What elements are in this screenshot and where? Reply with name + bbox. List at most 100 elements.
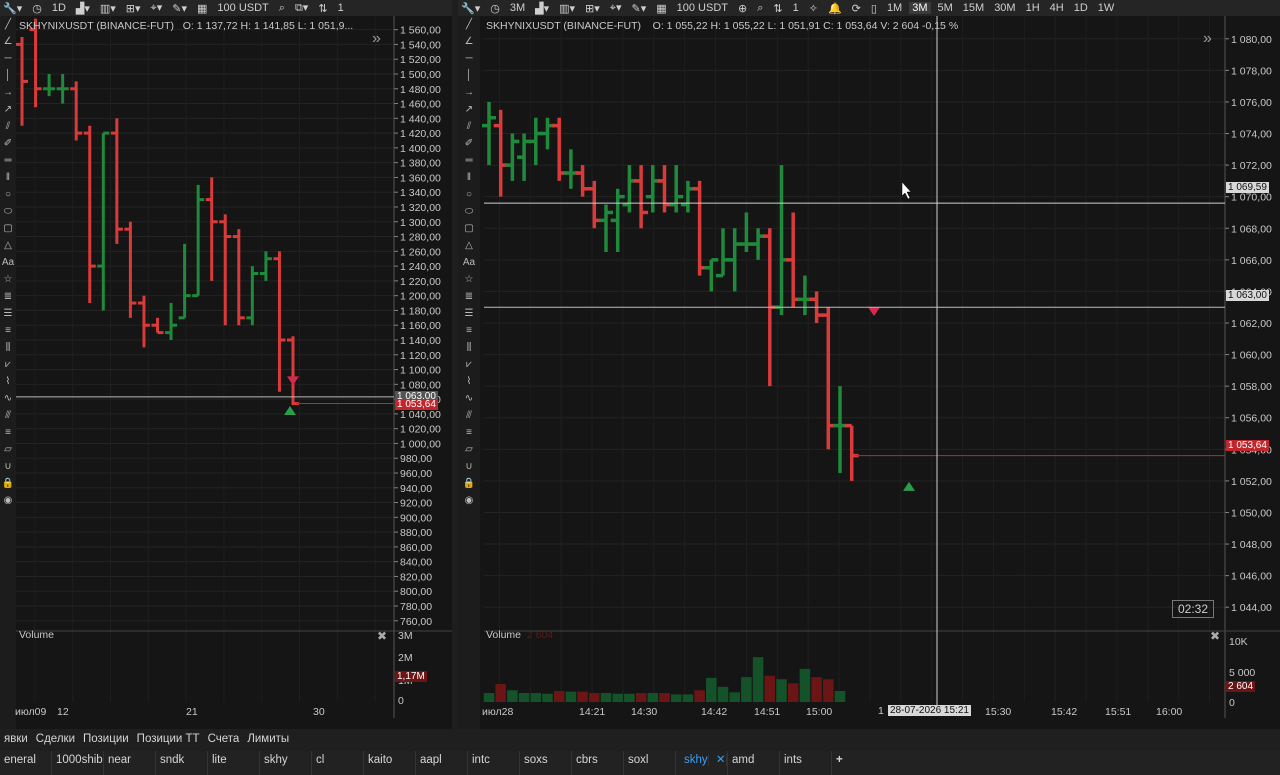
workspace-tab[interactable]: cbrs — [572, 751, 624, 775]
workspace-tab[interactable]: eneral — [0, 751, 52, 775]
volume-bar — [776, 679, 787, 702]
workspace-tab[interactable]: near — [104, 751, 156, 775]
y-tick-label: 1 100,00 — [400, 365, 441, 377]
left-volume-close-icon[interactable]: ✖ — [377, 629, 387, 643]
x-tick-label: 15:30 — [985, 706, 1011, 718]
pencil-icon[interactable]: ✎▾ — [628, 2, 649, 15]
layout-icon[interactable]: ⊞▾ — [582, 2, 603, 15]
zoom-in-icon[interactable]: ⊕ — [735, 2, 750, 15]
workspace-tab[interactable]: skhy — [260, 751, 312, 775]
y-tick-label: 1 080,00 — [1231, 34, 1272, 46]
wrench-icon[interactable]: 🔧▾ — [0, 2, 25, 15]
left-chart-title: SKHYNIXUSDT (BINANCE-FUT) O: 1 137,72 H:… — [19, 20, 354, 32]
y-tick-label: 1 058,00 — [1231, 381, 1272, 393]
clock-icon[interactable]: ◷ — [487, 2, 503, 15]
right-chart-svg[interactable]: 1 080,00 1 078,00 1 076,00 1 074,00 1 072,00… — [458, 16, 1280, 729]
workspace-tab[interactable]: amd — [728, 751, 780, 775]
tf-5m[interactable]: 5M — [935, 2, 956, 14]
refresh-icon[interactable]: ⟳ — [849, 2, 864, 15]
y-tick-label: 1 046,00 — [1231, 571, 1272, 583]
mouse-icon[interactable]: ▯ — [868, 2, 880, 15]
tab-accounts[interactable]: Счета — [204, 733, 244, 751]
workspace-tab[interactable]: intc — [468, 751, 520, 775]
chart-type-icon[interactable]: ▟▾ — [532, 2, 552, 15]
y-tick-label: 1 140,00 — [400, 335, 441, 347]
left-volume-title: Volume — [19, 629, 55, 641]
workspace-tab[interactable]: sndk — [156, 751, 208, 775]
y-tick-label: 920,00 — [400, 498, 432, 510]
tf-1w[interactable]: 1W — [1095, 2, 1118, 14]
tf-15m[interactable]: 15M — [960, 2, 987, 14]
tab-deals[interactable]: Сделки — [32, 733, 79, 751]
x-tick-label: июл28 — [482, 706, 513, 718]
tab-positions-tt[interactable]: Позиции ТТ — [133, 733, 204, 751]
wrench-icon[interactable]: 🔧▾ — [458, 2, 483, 15]
y-tick-label: 1 040,00 — [400, 409, 441, 421]
sort-icon[interactable]: ⇅ — [770, 2, 785, 15]
layers-icon[interactable]: ⧉▾ — [292, 1, 311, 15]
y-tick-label: 1 480,00 — [400, 84, 441, 96]
workspace-tab[interactable]: soxs — [520, 751, 572, 775]
magic-icon[interactable]: ✧ — [806, 2, 821, 15]
right-expand-icon[interactable]: » — [1203, 30, 1212, 48]
add-tab-button[interactable]: + — [832, 751, 884, 775]
bars-icon[interactable]: ▦ — [653, 2, 669, 15]
tf-30m[interactable]: 30M — [991, 2, 1018, 14]
volume-bar — [682, 694, 694, 702]
workspace-tab[interactable]: 1000shib — [52, 751, 104, 775]
y-tick-label: 800,00 — [400, 586, 432, 598]
workspace-tab[interactable]: aapl — [416, 751, 468, 775]
indicators-icon[interactable]: ▥▾ — [97, 2, 119, 15]
indicators-icon[interactable]: ▥▾ — [556, 2, 578, 15]
bar-timer: 02:32 — [1172, 600, 1215, 618]
tab-limits[interactable]: Лимиты — [243, 733, 293, 751]
tab-orders[interactable]: явки — [0, 733, 32, 751]
left-expand-icon[interactable]: » — [372, 30, 381, 48]
y-tick-label: 1 460,00 — [400, 99, 441, 111]
tf-1h[interactable]: 1H — [1023, 2, 1043, 14]
timeframe-select[interactable]: 1D — [49, 2, 69, 14]
volume-bar — [530, 693, 542, 702]
zoom-icon[interactable]: ⌕ — [276, 2, 288, 15]
order-size-select[interactable]: 100 USDT — [214, 2, 271, 14]
bars-icon[interactable]: ▦ — [194, 2, 210, 15]
clock-icon[interactable]: ◷ — [29, 2, 45, 15]
timeframe-select[interactable]: 3M — [507, 2, 528, 14]
layout-icon[interactable]: ⊞▾ — [123, 2, 144, 15]
workspace-tab[interactable]: kaito — [364, 751, 416, 775]
workspace-tab[interactable]: lite — [208, 751, 260, 775]
chart-type-icon[interactable]: ▟▾ — [73, 2, 93, 15]
zoom-icon[interactable]: ⌕ — [754, 2, 766, 15]
y-tick-label: 1 260,00 — [400, 246, 441, 258]
cursor-icon[interactable]: ⌖▾ — [148, 1, 166, 15]
y-tick-label: 1 052,00 — [1231, 476, 1272, 488]
tf-4h[interactable]: 4H — [1047, 2, 1067, 14]
multiplier-select[interactable]: 1 — [790, 2, 802, 14]
order-size-select[interactable]: 100 USDT — [674, 2, 731, 14]
multiplier-select[interactable]: 1 — [335, 2, 347, 14]
x-tick-label: 14:21 — [579, 706, 605, 718]
workspace-tab[interactable]: soxl — [624, 751, 676, 775]
y-tick-label: 940,00 — [400, 483, 432, 495]
y-tick-label: 1 068,00 — [1231, 223, 1272, 235]
volume-bar — [729, 692, 740, 702]
workspace-tab[interactable]: cl — [312, 751, 364, 775]
y-tick-label: 1 050,00 — [1231, 507, 1272, 519]
cursor-icon[interactable]: ⌖▾ — [607, 1, 625, 15]
workspace-tab[interactable]: ints — [780, 751, 832, 775]
bell-icon[interactable]: 🔔 — [825, 2, 845, 15]
left-chart-svg[interactable]: 1 560,00 1 540,00 1 520,00 1 500,00 1 480,00… — [0, 16, 452, 729]
right-chart-title: SKHYNIXUSDT (BINANCE-FUT) O: 1 055,22 H:… — [486, 20, 959, 32]
pencil-icon[interactable]: ✎▾ — [169, 2, 190, 15]
tf-1d[interactable]: 1D — [1071, 2, 1091, 14]
volume-bar — [542, 693, 553, 702]
workspace-tab-active[interactable]: skhy ✕ — [676, 751, 728, 775]
tf-3m[interactable]: 3M — [909, 2, 931, 14]
volume-bar — [483, 693, 495, 702]
tab-positions[interactable]: Позиции — [79, 733, 133, 751]
sort-icon[interactable]: ⇅ — [315, 2, 330, 15]
right-volume-close-icon[interactable]: ✖ — [1210, 629, 1220, 643]
tf-1m[interactable]: 1M — [884, 2, 905, 14]
close-tab-icon[interactable]: ✕ — [711, 754, 727, 766]
y-tick-label: 1 340,00 — [400, 187, 441, 199]
